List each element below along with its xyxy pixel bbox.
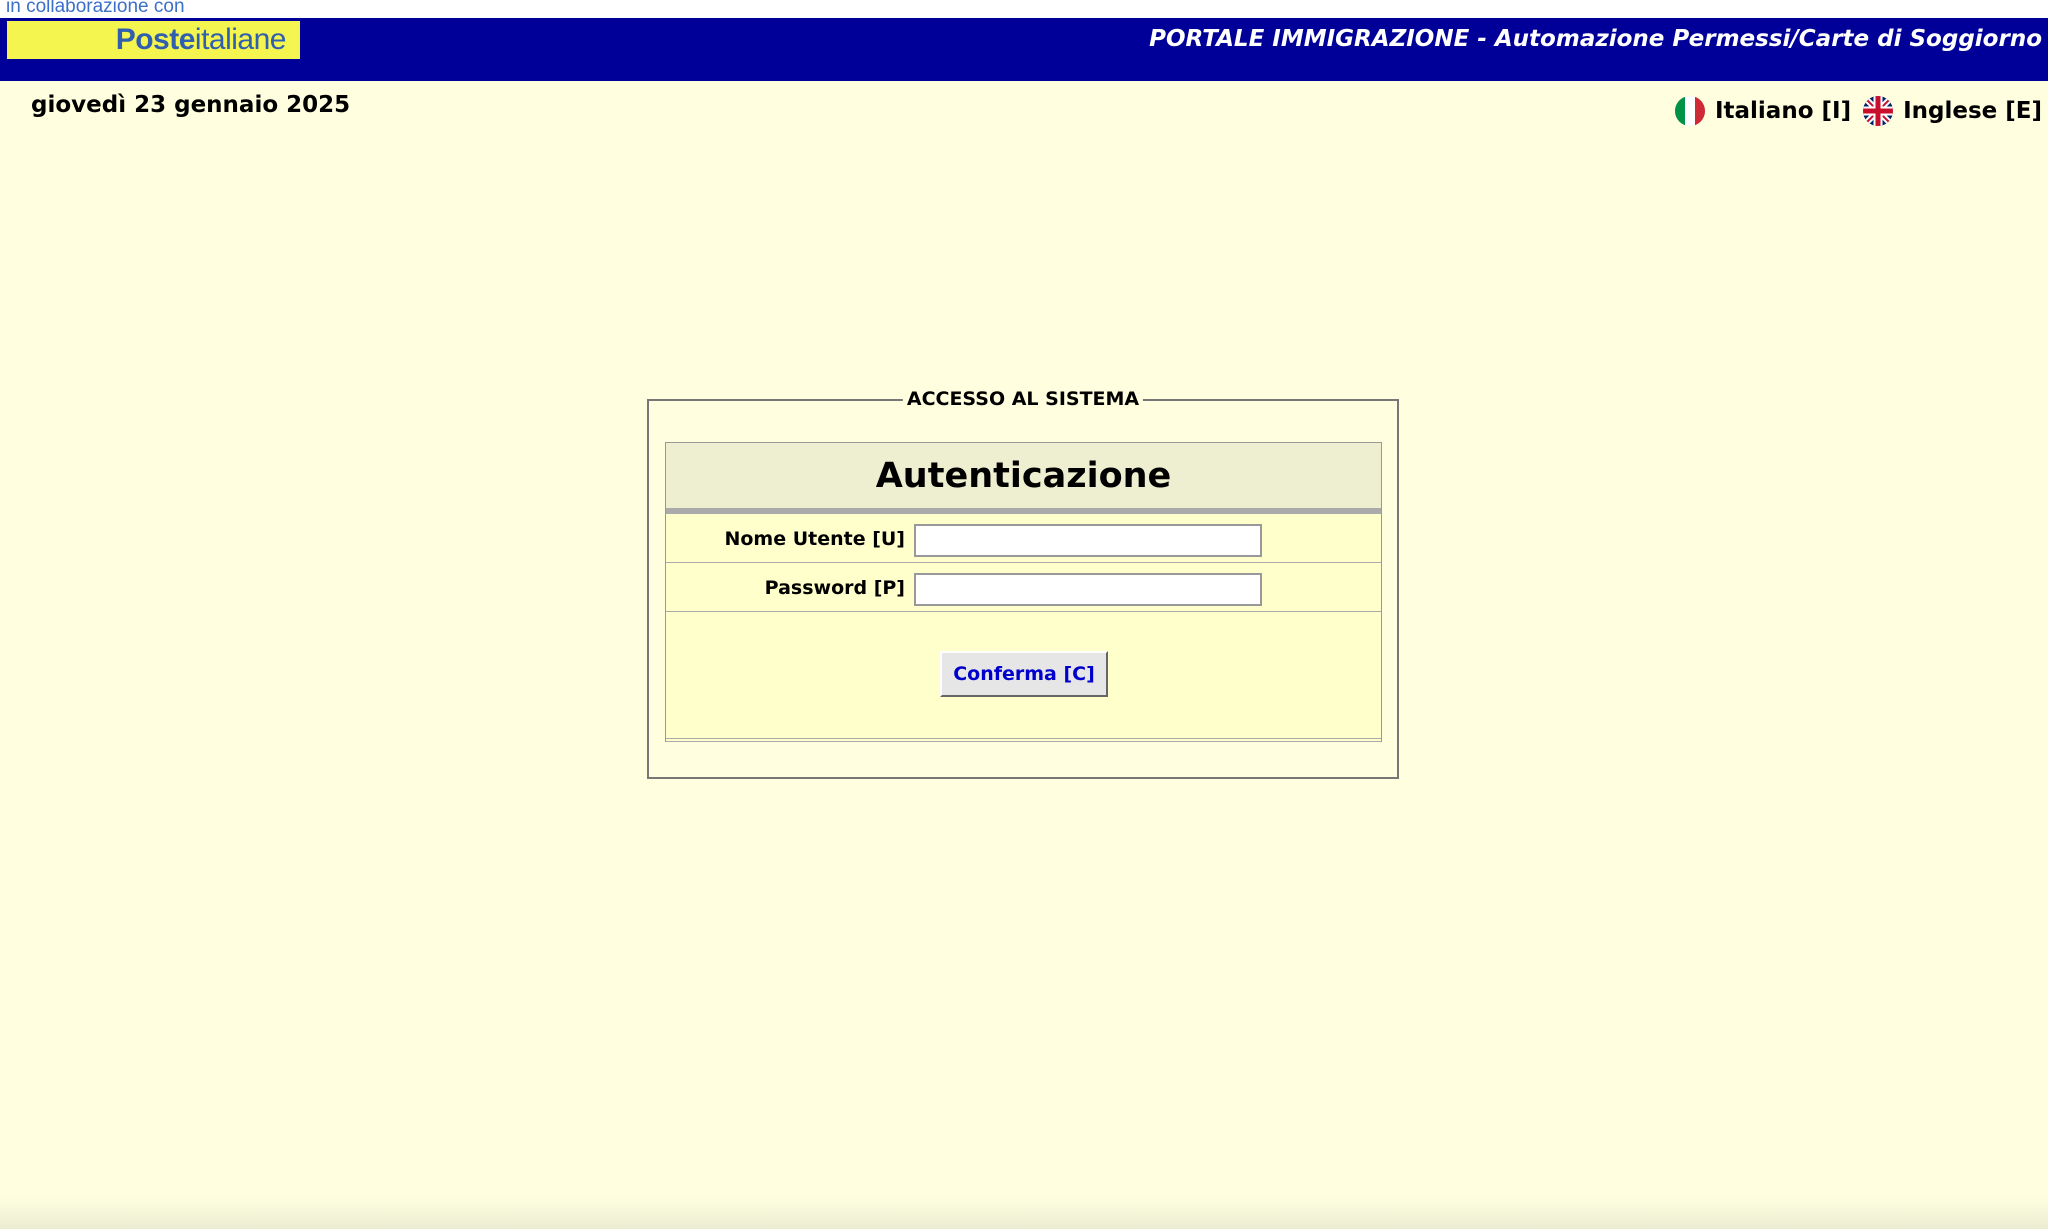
- top-strip: in collaborazione con: [0, 0, 2048, 18]
- password-row: Password [P]: [666, 563, 1381, 612]
- confirm-button[interactable]: Conferma [C]: [940, 651, 1108, 697]
- language-italian-link[interactable]: Italiano [I]: [1715, 98, 1851, 124]
- logo-text-regular: italiane: [194, 23, 287, 56]
- password-label: Password [P]: [764, 577, 905, 599]
- language-english-link[interactable]: Inglese [E]: [1903, 98, 2042, 124]
- poste-italiane-logo: Poste italiane: [7, 21, 300, 59]
- language-selector: Italiano [I] Inglese [E]: [1674, 96, 2042, 126]
- collaboration-text: in collaborazione con: [6, 0, 185, 17]
- authentication-title: Autenticazione: [666, 443, 1381, 514]
- current-date: giovedì 23 gennaio 2025: [31, 92, 351, 118]
- header-bar: Poste italiane PORTALE IMMIGRAZIONE - Aut…: [0, 18, 2048, 81]
- logo-text-bold: Poste: [115, 23, 196, 56]
- login-legend: ACCESSO AL SISTEMA: [902, 388, 1144, 410]
- password-input[interactable]: [914, 573, 1262, 606]
- login-fieldset: ACCESSO AL SISTEMA Autenticazione Nome U…: [647, 388, 1399, 779]
- uk-flag-icon[interactable]: [1863, 96, 1894, 126]
- username-label: Nome Utente [U]: [724, 528, 905, 550]
- bottom-fade: [0, 1195, 2048, 1229]
- portal-title: PORTALE IMMIGRAZIONE - Automazione Perme…: [1149, 26, 2042, 52]
- italian-flag-icon[interactable]: [1674, 96, 1705, 126]
- authentication-form: Autenticazione Nome Utente [U] Password …: [665, 442, 1382, 742]
- username-input[interactable]: [914, 524, 1262, 557]
- confirm-row: Conferma [C]: [666, 612, 1381, 742]
- username-row: Nome Utente [U]: [666, 514, 1381, 563]
